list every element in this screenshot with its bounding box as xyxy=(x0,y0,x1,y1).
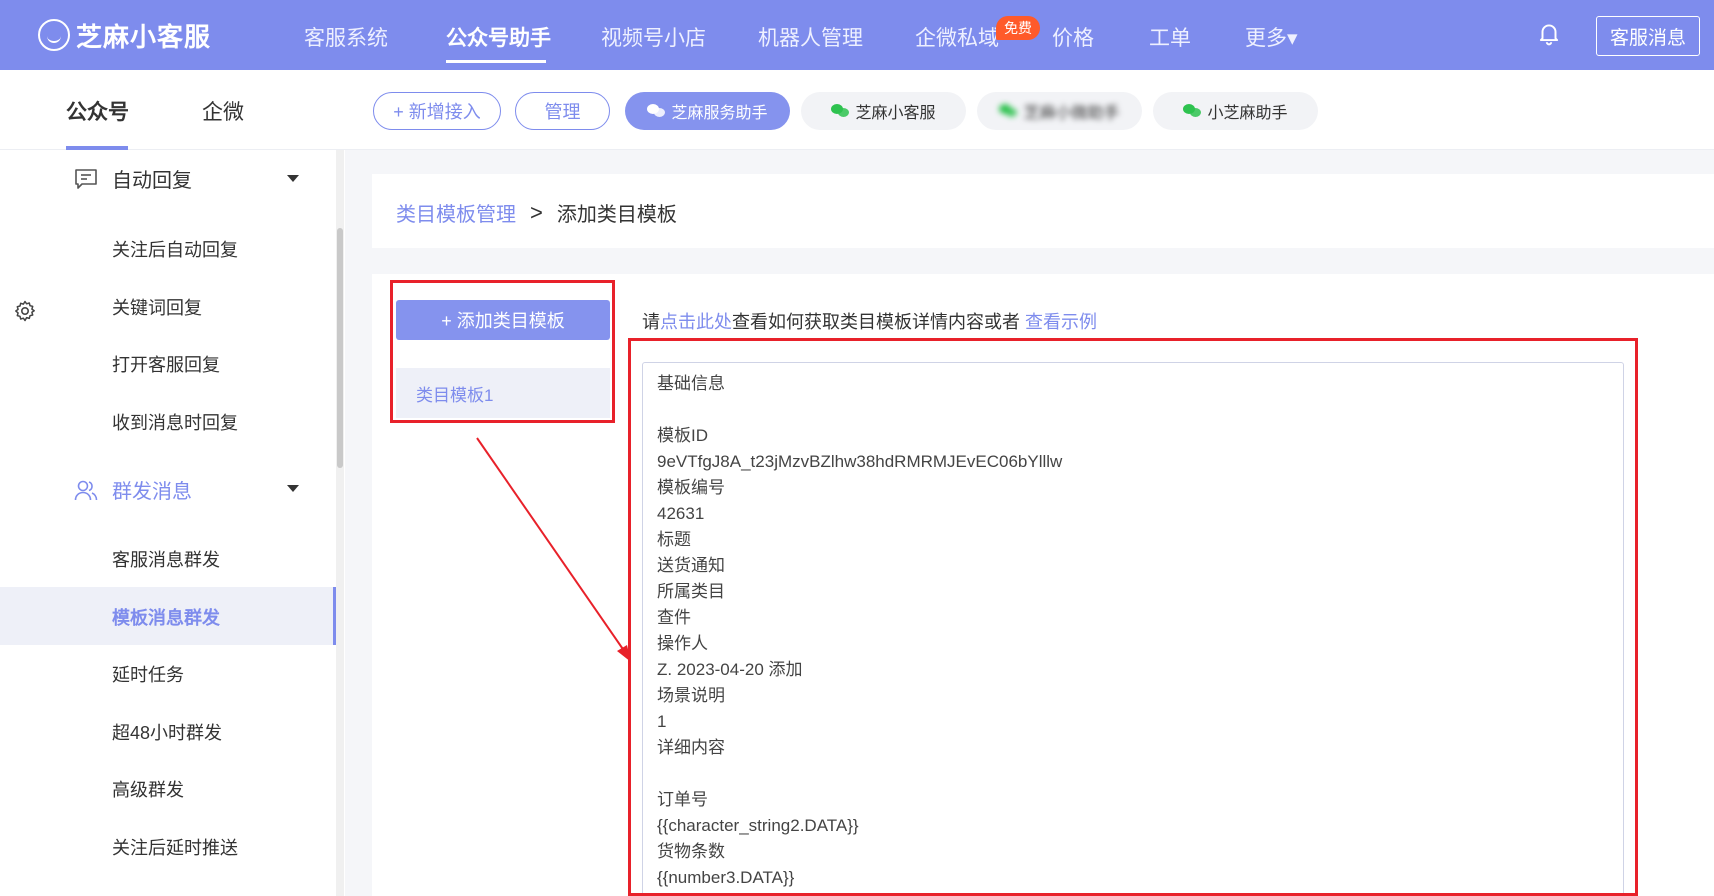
gear-icon[interactable] xyxy=(13,299,37,323)
add-account-button[interactable]: + 新增接入 xyxy=(373,92,501,130)
sidebar-item-kefu-mass[interactable]: 客服消息群发 xyxy=(112,546,220,572)
nav-item-gzh-assistant[interactable]: 公众号助手 xyxy=(446,22,551,52)
sidebar-item-open-kefu-reply[interactable]: 打开客服回复 xyxy=(112,351,220,377)
account-chip-xiao-zhima[interactable]: 小芝麻助手 xyxy=(1153,92,1318,130)
breadcrumb: 类目模板管理 > 添加类目模板 xyxy=(396,198,677,227)
nav-item-robot-management[interactable]: 机器人管理 xyxy=(758,22,863,52)
bell-icon[interactable] xyxy=(1536,20,1562,46)
sidebar-group-auto-reply[interactable]: 自动回复 xyxy=(74,164,192,193)
nav-item-more[interactable]: 更多▾ xyxy=(1245,22,1298,52)
sidebar-item-keyword-reply[interactable]: 关键词回复 xyxy=(112,294,202,320)
account-chip-blurred[interactable]: 芝麻小微助手 xyxy=(977,92,1142,130)
nav-item-video-shop[interactable]: 视频号小店 xyxy=(601,22,706,52)
account-chip-label: 芝麻小微助手 xyxy=(1023,105,1120,122)
caret-down-icon[interactable] xyxy=(287,485,299,492)
caret-down-icon[interactable] xyxy=(287,175,299,182)
sidebar-item-template-mass[interactable]: 模板消息群发 xyxy=(112,604,220,630)
nav-item-wecom-private[interactable]: 企微私域 xyxy=(915,22,999,52)
breadcrumb-current: 添加类目模板 xyxy=(556,204,677,226)
tab-gongzhonghao[interactable]: 公众号 xyxy=(66,96,129,126)
nav-active-underline xyxy=(446,60,546,63)
app-logo[interactable]: 芝麻小客服 xyxy=(38,18,211,52)
nav-item-kefu-system[interactable]: 客服系统 xyxy=(304,22,388,52)
breadcrumb-parent-link[interactable]: 类目模板管理 xyxy=(396,198,516,227)
sidebar-group-label: 自动回复 xyxy=(112,170,192,192)
top-nav-bar: 芝麻小客服 客服系统 公众号助手 视频号小店 机器人管理 企微私域 免费 价格 … xyxy=(0,0,1714,70)
hint-text: 请点击此处查看如何获取类目模板详情内容或者 查看示例 xyxy=(642,308,1097,334)
chat-bubble-icon xyxy=(38,19,70,51)
account-chip-label: 芝麻小客服 xyxy=(855,105,936,122)
app-logo-text: 芝麻小客服 xyxy=(76,21,212,52)
account-chip-label: 芝麻服务助手 xyxy=(671,105,768,122)
account-chip-zhima-service[interactable]: 芝麻服务助手 xyxy=(625,92,790,130)
sidebar-group-label: 群发消息 xyxy=(112,481,192,503)
nav-item-ticket[interactable]: 工单 xyxy=(1149,22,1191,52)
free-badge: 免费 xyxy=(996,16,1040,40)
kefu-message-button[interactable]: 客服消息 xyxy=(1596,16,1700,56)
hint-middle: 查看如何获取类目模板详情内容或者 xyxy=(732,312,1025,332)
message-square-icon xyxy=(75,168,97,189)
sidebar-group-mass-message[interactable]: 群发消息 xyxy=(74,475,192,504)
account-chip-zhima-kefu[interactable]: 芝麻小客服 xyxy=(801,92,966,130)
sidebar-scrollbar-thumb[interactable] xyxy=(337,228,343,468)
sidebar-item-delay-task[interactable]: 延时任务 xyxy=(112,661,184,687)
tab-wecom[interactable]: 企微 xyxy=(202,96,244,126)
hint-prefix: 请 xyxy=(642,312,660,332)
wechat-icon xyxy=(1183,104,1202,118)
sidebar-item-advanced-mass[interactable]: 高级群发 xyxy=(112,776,184,802)
wechat-icon xyxy=(831,104,850,118)
sidebar-item-over48h-mass[interactable]: 超48小时群发 xyxy=(112,719,222,745)
annotation-highlight-box xyxy=(390,280,615,423)
wechat-icon xyxy=(999,104,1018,118)
hint-view-example-link[interactable]: 查看示例 xyxy=(1025,312,1097,332)
sidebar-item-follow-delay-push[interactable]: 关注后延时推送 xyxy=(112,834,238,860)
account-chip-label: 小芝麻助手 xyxy=(1207,105,1288,122)
users-icon xyxy=(74,480,98,500)
annotation-highlight-box xyxy=(628,338,1638,896)
hint-click-here-link[interactable]: 点击此处 xyxy=(660,312,732,332)
wechat-icon xyxy=(647,104,666,118)
sidebar-item-follow-auto-reply[interactable]: 关注后自动回复 xyxy=(112,236,238,262)
nav-item-price[interactable]: 价格 xyxy=(1052,22,1094,52)
breadcrumb-separator: > xyxy=(530,199,543,225)
manage-accounts-button[interactable]: 管理 xyxy=(515,92,610,130)
sidebar-item-message-reply[interactable]: 收到消息时回复 xyxy=(112,409,238,435)
